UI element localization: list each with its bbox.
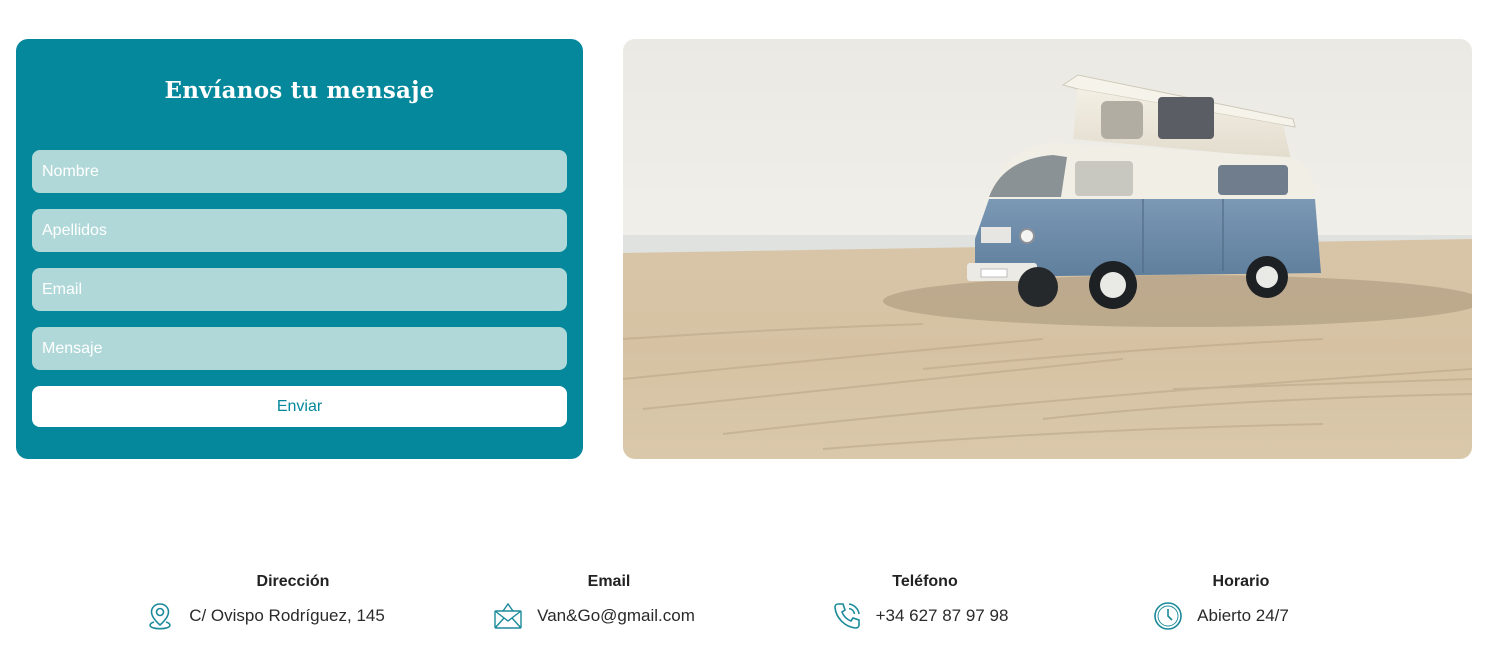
- surname-field[interactable]: [32, 209, 567, 252]
- email-field[interactable]: [32, 268, 567, 311]
- send-button[interactable]: Enviar: [32, 386, 567, 427]
- hours-title: Horario: [1212, 573, 1270, 590]
- clock-icon: [1153, 601, 1183, 631]
- email-value[interactable]: Van&Go@gmail.com: [537, 601, 695, 631]
- contact-address: Dirección C/ Ovispo Rodríguez, 145: [149, 572, 393, 631]
- campervan-beach-photo: [623, 39, 1472, 459]
- contact-form: Envíanos tu mensaje Enviar: [16, 39, 583, 459]
- phone-icon: [832, 601, 862, 631]
- contact-email: Email Van&Go@gmail.com: [494, 572, 709, 631]
- location-pin-icon: [145, 601, 175, 631]
- phone-value[interactable]: +34 627 87 97 98: [876, 601, 1009, 631]
- campervan-illustration: [623, 39, 1472, 459]
- name-field[interactable]: [32, 150, 567, 193]
- phone-title: Teléfono: [892, 573, 958, 590]
- hours-value: Abierto 24/7: [1197, 606, 1289, 625]
- email-title: Email: [587, 573, 631, 590]
- contact-hours: Horario Abierto 24/7: [1141, 572, 1341, 631]
- form-title: Envíanos tu mensaje: [164, 77, 435, 104]
- address-value: C/ Ovispo Rodríguez, 145: [189, 606, 385, 625]
- contact-phone: Teléfono +34 627 87 97 98: [825, 572, 1025, 631]
- envelope-icon: [493, 601, 523, 631]
- message-field[interactable]: [32, 327, 567, 370]
- address-title: Dirección: [256, 573, 330, 590]
